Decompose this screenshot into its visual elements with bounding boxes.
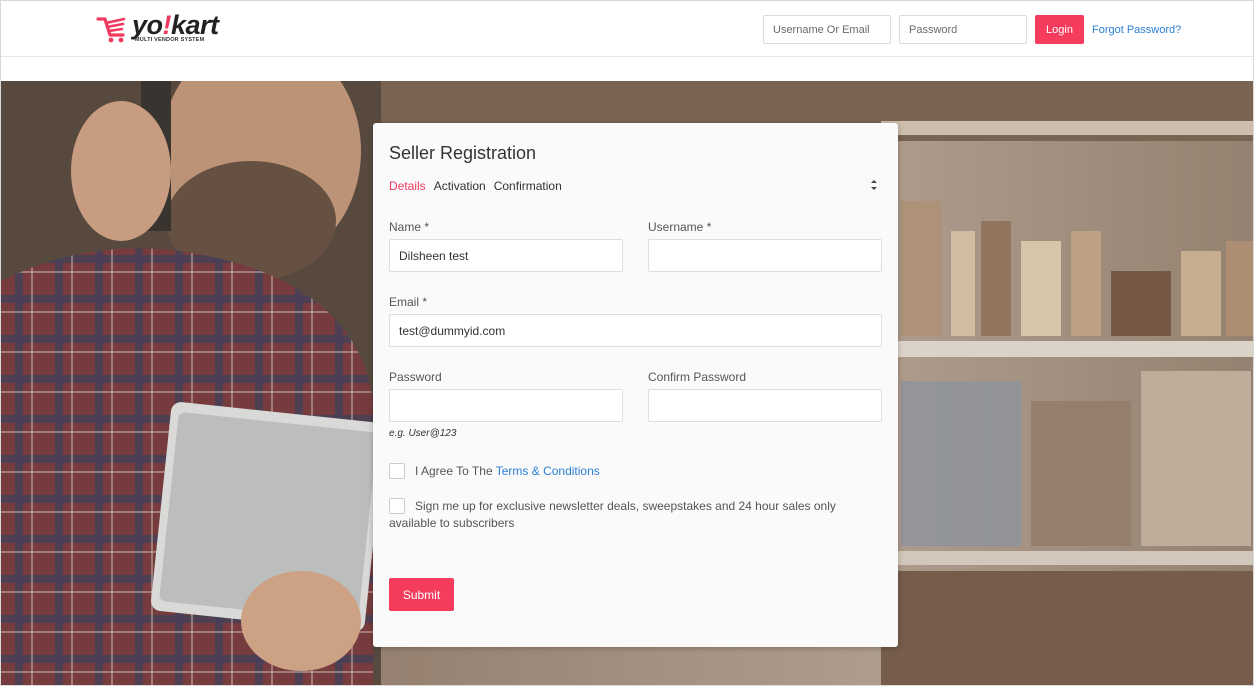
logo-wordmark: yo!kart bbox=[132, 10, 219, 40]
shopping-cart-icon bbox=[96, 17, 126, 43]
name-label: Name * bbox=[389, 220, 430, 234]
form-title: Seller Registration bbox=[389, 143, 537, 163]
password-label: Password bbox=[389, 370, 442, 384]
logo-word-part: yo bbox=[132, 10, 163, 40]
header-login-form: Login Forgot Password? bbox=[763, 15, 1181, 44]
logo-tagline: MULTI VENDOR SYSTEM bbox=[135, 37, 205, 43]
site-header: yo!kart MULTI VENDOR SYSTEM Login Forgot… bbox=[1, 1, 1253, 57]
page: yo!kart MULTI VENDOR SYSTEM Login Forgot… bbox=[0, 0, 1254, 686]
terms-conditions-link[interactable]: Terms & Conditions bbox=[496, 464, 600, 478]
email-input[interactable] bbox=[389, 314, 882, 347]
password-input[interactable] bbox=[389, 389, 623, 422]
username-input[interactable] bbox=[648, 239, 882, 272]
logo-text: yo!kart MULTI VENDOR SYSTEM bbox=[132, 10, 219, 44]
step-confirmation[interactable]: Confirmation bbox=[494, 179, 562, 193]
step-activation[interactable]: Activation bbox=[434, 179, 486, 193]
logo-word-bang: ! bbox=[162, 10, 172, 40]
confirm-password-label: Confirm Password bbox=[648, 370, 747, 384]
terms-text: I Agree To The Terms & Conditions bbox=[415, 463, 600, 480]
logo-word-part: kart bbox=[171, 10, 219, 40]
terms-checkbox[interactable] bbox=[389, 463, 405, 479]
confirm-password-input[interactable] bbox=[648, 389, 882, 422]
submit-button[interactable]: Submit bbox=[389, 578, 454, 611]
registration-steps: Details Activation Confirmation bbox=[389, 179, 562, 193]
header-password-input[interactable] bbox=[899, 15, 1027, 44]
newsletter-text: Sign me up for exclusive newsletter deal… bbox=[389, 499, 836, 530]
logo[interactable]: yo!kart MULTI VENDOR SYSTEM bbox=[96, 10, 219, 45]
username-label: Username * bbox=[648, 220, 712, 234]
login-button[interactable]: Login bbox=[1035, 15, 1084, 44]
name-input[interactable] bbox=[389, 239, 623, 272]
forgot-password-link[interactable]: Forgot Password? bbox=[1092, 24, 1181, 36]
email-label: Email * bbox=[389, 295, 428, 309]
header-username-input[interactable] bbox=[763, 15, 891, 44]
sort-toggle-icon[interactable] bbox=[870, 178, 878, 192]
password-hint: e.g. User@123 bbox=[389, 428, 457, 439]
seller-registration-card: Seller Registration Details Activation C… bbox=[373, 123, 898, 647]
terms-prefix: I Agree To The bbox=[415, 464, 496, 478]
step-details[interactable]: Details bbox=[389, 179, 426, 193]
